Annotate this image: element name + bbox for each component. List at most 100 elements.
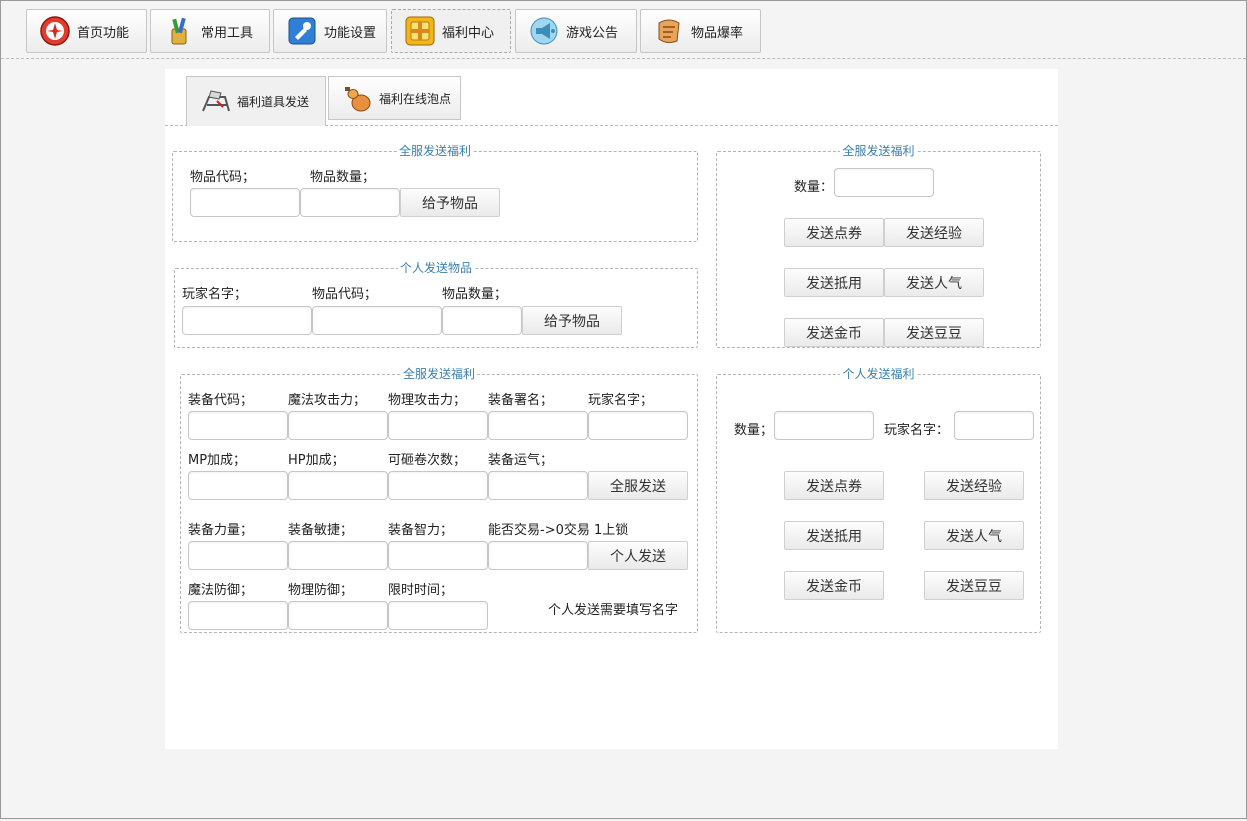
equip-signature-label: 装备署名； — [488, 393, 554, 408]
chair-icon — [199, 87, 233, 117]
server-benefit-group: 全服发送福利 数量： 发送点券 发送经验 发送抵用 发送人气 发送金币 发送豆豆 — [716, 144, 1041, 348]
give-item-button[interactable]: 给予物品 — [522, 306, 622, 335]
gourd-icon — [341, 83, 375, 113]
physical-defense-input[interactable] — [288, 601, 388, 630]
send-exp-button[interactable]: 发送经验 — [924, 471, 1024, 500]
tab-label: 功能设置 — [324, 25, 377, 41]
mp-bonus-label: MP加成； — [188, 453, 247, 468]
tab-settings[interactable]: 功能设置 — [273, 9, 387, 53]
subtab-item-send[interactable]: 福利道具发送 — [186, 76, 326, 126]
scroll-icon — [653, 15, 685, 47]
item-code-input[interactable] — [190, 188, 300, 217]
send-gold-button[interactable]: 发送金币 — [784, 571, 884, 600]
subtab-label: 福利道具发送 — [237, 95, 310, 109]
quantity-label: 数量； — [734, 423, 774, 438]
player-name-label: 玩家名字； — [588, 393, 654, 408]
tab-announcement[interactable]: 游戏公告 — [515, 9, 637, 53]
tab-label: 游戏公告 — [566, 25, 619, 41]
tradeable-label: 能否交易->0交易 1上锁 — [488, 523, 629, 538]
send-beans-button[interactable]: 发送豆豆 — [884, 318, 984, 347]
player-name-input[interactable] — [182, 306, 312, 335]
quantity-input[interactable] — [774, 411, 874, 440]
equip-int-label: 装备智力； — [388, 523, 454, 538]
player-name-label: 玩家名字； — [182, 287, 248, 302]
subtab-online-points[interactable]: 福利在线泡点 — [328, 76, 461, 120]
main-panel: 福利道具发送 福利在线泡点 全服发送福利 物品代码； 物品数量； 给予物品 个人… — [165, 69, 1058, 749]
player-name-input[interactable] — [588, 411, 688, 440]
equip-code-input[interactable] — [188, 411, 288, 440]
item-code-input[interactable] — [312, 306, 442, 335]
group-legend: 全服发送福利 — [842, 144, 915, 158]
group-legend: 全服发送福利 — [402, 367, 475, 381]
equip-luck-input[interactable] — [488, 471, 588, 500]
upgrade-slots-label: 可砸卷次数； — [388, 453, 467, 468]
item-code-label: 物品代码； — [312, 287, 378, 302]
equip-code-label: 装备代码； — [188, 393, 254, 408]
hp-bonus-input[interactable] — [288, 471, 388, 500]
equip-int-input[interactable] — [388, 541, 488, 570]
quantity-label: 数量： — [794, 180, 834, 195]
personal-item-group: 个人发送物品 玩家名字； 物品代码； 物品数量； 给予物品 — [174, 261, 698, 348]
tab-label: 福利中心 — [442, 25, 495, 41]
give-item-button[interactable]: 给予物品 — [400, 188, 500, 217]
time-limit-input[interactable] — [388, 601, 488, 630]
hp-bonus-label: HP加成； — [288, 453, 345, 468]
player-name-label: 玩家名字： — [884, 423, 950, 438]
item-qty-input[interactable] — [442, 306, 522, 335]
tools-icon — [163, 15, 195, 47]
upgrade-slots-input[interactable] — [388, 471, 488, 500]
personal-send-button[interactable]: 个人发送 — [588, 541, 688, 570]
sub-tabs: 福利道具发送 福利在线泡点 — [165, 69, 1058, 126]
send-fame-button[interactable]: 发送人气 — [924, 521, 1024, 550]
player-name-input[interactable] — [954, 411, 1034, 440]
tab-home[interactable]: 首页功能 — [26, 9, 147, 53]
send-coupon-button[interactable]: 发送点券 — [784, 218, 884, 247]
subtab-label: 福利在线泡点 — [379, 91, 452, 106]
send-exp-button[interactable]: 发送经验 — [884, 218, 984, 247]
tab-label: 首页功能 — [77, 25, 130, 41]
equipment-group: 全服发送福利 装备代码； 魔法攻击力； 物理攻击力； 装备署名； 玩家名字； M… — [180, 367, 698, 633]
top-nav: 首页功能 常用工具 功能设置 福利中心 游戏公告 物品爆率 — [1, 1, 1246, 59]
physical-attack-label: 物理攻击力； — [388, 393, 467, 408]
personal-send-note: 个人发送需要填写名字 — [548, 603, 679, 618]
equip-dex-label: 装备敏捷； — [288, 523, 354, 538]
magic-defense-input[interactable] — [188, 601, 288, 630]
group-legend: 全服发送福利 — [398, 144, 471, 158]
send-voucher-button[interactable]: 发送抵用 — [784, 521, 884, 550]
equip-luck-label: 装备运气； — [488, 453, 554, 468]
item-qty-input[interactable] — [300, 188, 400, 217]
quantity-input[interactable] — [834, 168, 934, 197]
megaphone-icon — [528, 15, 560, 47]
item-qty-label: 物品数量； — [310, 170, 376, 185]
physical-defense-label: 物理防御； — [288, 583, 354, 598]
settings-icon — [286, 15, 318, 47]
send-fame-button[interactable]: 发送人气 — [884, 268, 984, 297]
server-item-group: 全服发送福利 物品代码； 物品数量； 给予物品 — [172, 144, 698, 242]
tradeable-input[interactable] — [488, 541, 588, 570]
tab-benefit-center[interactable]: 福利中心 — [391, 9, 511, 53]
app-window: 首页功能 常用工具 功能设置 福利中心 游戏公告 物品爆率 福利道具发送 福利在… — [0, 0, 1247, 819]
send-voucher-button[interactable]: 发送抵用 — [784, 268, 884, 297]
tab-label: 常用工具 — [201, 25, 254, 41]
equip-signature-input[interactable] — [488, 411, 588, 440]
magic-attack-input[interactable] — [288, 411, 388, 440]
magic-attack-label: 魔法攻击力； — [288, 393, 367, 408]
server-send-button[interactable]: 全服发送 — [588, 471, 688, 500]
item-code-label: 物品代码； — [190, 170, 256, 185]
tab-drop-rate[interactable]: 物品爆率 — [640, 9, 761, 53]
equip-str-input[interactable] — [188, 541, 288, 570]
send-beans-button[interactable]: 发送豆豆 — [924, 571, 1024, 600]
group-legend: 个人发送福利 — [842, 367, 915, 381]
send-coupon-button[interactable]: 发送点券 — [784, 471, 884, 500]
personal-benefit-group: 个人发送福利 数量； 玩家名字： 发送点券 发送经验 发送抵用 发送人气 发送金… — [716, 367, 1041, 633]
send-gold-button[interactable]: 发送金币 — [784, 318, 884, 347]
group-legend: 个人发送物品 — [399, 261, 472, 275]
equip-str-label: 装备力量； — [188, 523, 254, 538]
physical-attack-input[interactable] — [388, 411, 488, 440]
tab-label: 物品爆率 — [691, 25, 744, 41]
time-limit-label: 限时时间； — [388, 583, 454, 598]
tab-tools[interactable]: 常用工具 — [150, 9, 270, 53]
magic-defense-label: 魔法防御； — [188, 583, 254, 598]
mp-bonus-input[interactable] — [188, 471, 288, 500]
equip-dex-input[interactable] — [288, 541, 388, 570]
